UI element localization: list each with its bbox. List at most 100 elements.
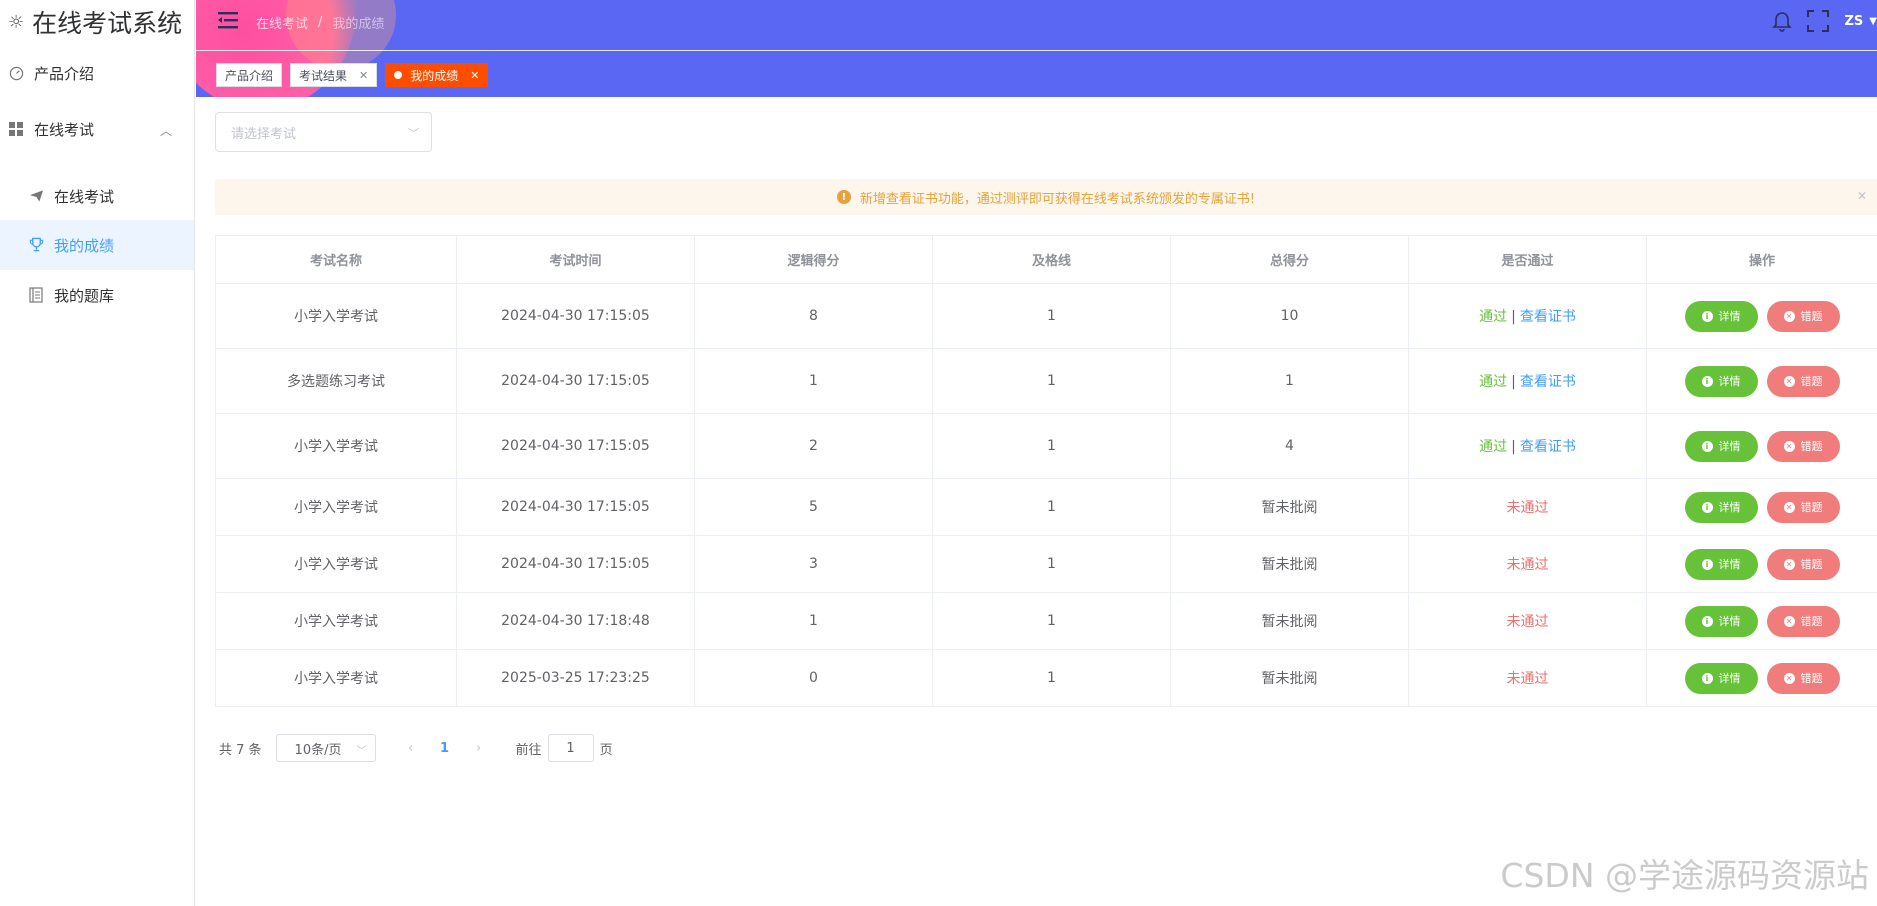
- cell-logic: 0: [694, 649, 933, 707]
- top-header: 在线考试 / 我的成绩 ZS ▼ 产品介绍 考试结果 ✕ 我的成绩 ✕: [196, 0, 1877, 97]
- cell-total: 4: [1170, 413, 1409, 479]
- cell-total: 10: [1170, 283, 1409, 349]
- cell-time: 2024-04-30 17:18:48: [456, 592, 695, 650]
- info-icon: i: [1701, 558, 1713, 570]
- menu-fold-icon[interactable]: [218, 10, 240, 30]
- close-icon[interactable]: ✕: [470, 69, 479, 82]
- pagination-total: 共 7 条: [219, 742, 262, 758]
- wrong-questions-button[interactable]: ✕ 错题: [1766, 300, 1840, 332]
- cell-pass-line: 1: [932, 478, 1171, 536]
- bell-icon[interactable]: [1769, 8, 1795, 34]
- sidebar-item-product-intro[interactable]: 产品介绍: [0, 48, 194, 98]
- cell-name: 小学入学考试: [215, 413, 457, 479]
- next-page-button[interactable]: ›: [464, 741, 494, 756]
- wrong-questions-button[interactable]: ✕ 错题: [1766, 430, 1840, 462]
- sun-icon: ☼: [8, 11, 25, 33]
- wrong-button-label: 错题: [1800, 558, 1823, 571]
- detail-button[interactable]: i 详情: [1684, 662, 1758, 694]
- tag-product-intro[interactable]: 产品介绍: [216, 63, 283, 87]
- column-header: 考试时间: [456, 235, 695, 284]
- info-icon: i: [1701, 672, 1713, 684]
- chevron-down-icon: ﹀: [408, 127, 419, 140]
- sidebar-item-label: 我的题库: [54, 286, 115, 305]
- wrong-questions-button[interactable]: ✕ 错题: [1766, 662, 1840, 694]
- status-pass: 通过: [1479, 309, 1508, 325]
- header-divider: [196, 50, 1877, 51]
- exam-select[interactable]: 请选择考试 ﹀: [215, 112, 432, 152]
- page-size-select[interactable]: 10条/页 ﹀: [275, 734, 376, 762]
- cell-total: 暂未批阅: [1170, 478, 1409, 536]
- sidebar-item-my-question-bank[interactable]: 我的题库: [0, 270, 194, 320]
- sidebar-item-my-scores[interactable]: 我的成绩: [0, 220, 194, 270]
- cell-time: 2024-04-30 17:15:05: [456, 348, 695, 414]
- info-icon: i: [1701, 375, 1713, 387]
- wrong-questions-button[interactable]: ✕ 错题: [1766, 605, 1840, 637]
- detail-button[interactable]: i 详情: [1684, 430, 1758, 462]
- cell-name: 小学入学考试: [215, 535, 457, 593]
- wrong-button-label: 错题: [1800, 501, 1823, 514]
- table-row: 小学入学考试 2024-04-30 17:18:48 1 1 暂未批阅 未通过 i 详情 ✕ 错题: [215, 592, 1877, 650]
- tag-label: 考试结果: [299, 68, 348, 83]
- close-icon[interactable]: ✕: [359, 69, 368, 82]
- sidebar-item-label: 产品介绍: [34, 64, 95, 83]
- tag-my-scores[interactable]: 我的成绩 ✕: [385, 63, 489, 87]
- close-circle-icon: ✕: [1783, 501, 1795, 513]
- cell-status: 未通过: [1408, 478, 1647, 536]
- view-certificate-link[interactable]: 查看证书: [1520, 309, 1576, 325]
- status-separator: |: [1511, 309, 1516, 325]
- alert-text: 新增查看证书功能，通过测评即可获得在线考试系统颁发的专属证书!: [859, 191, 1256, 207]
- tag-exam-result[interactable]: 考试结果 ✕: [290, 63, 378, 87]
- detail-button[interactable]: i 详情: [1684, 300, 1758, 332]
- breadcrumb-item-current: 我的成绩: [332, 17, 385, 32]
- sidebar-item-label: 我的成绩: [54, 236, 115, 255]
- wrong-questions-button[interactable]: ✕ 错题: [1766, 491, 1840, 523]
- view-certificate-link[interactable]: 查看证书: [1520, 439, 1576, 455]
- cell-status: 未通过: [1408, 649, 1647, 707]
- goto-page-value: 1: [566, 740, 575, 756]
- close-icon[interactable]: ✕: [1857, 189, 1867, 203]
- sidebar-item-online-exam[interactable]: 在线考试: [0, 171, 194, 221]
- cell-time: 2024-04-30 17:15:05: [456, 478, 695, 536]
- table-row: 小学入学考试 2024-04-30 17:15:05 3 1 暂未批阅 未通过 i 详情 ✕ 错题: [215, 535, 1877, 593]
- detail-button[interactable]: i 详情: [1684, 548, 1758, 580]
- page-size-value: 10条/页: [294, 742, 342, 758]
- detail-button[interactable]: i 详情: [1684, 491, 1758, 523]
- breadcrumb-item-online-exam[interactable]: 在线考试: [256, 13, 308, 32]
- prev-page-button[interactable]: ‹: [396, 741, 426, 756]
- status-separator: |: [1511, 374, 1516, 390]
- status-fail: 未通过: [1506, 557, 1549, 573]
- cell-pass-line: 1: [932, 649, 1171, 707]
- table-row: 多选题练习考试 2024-04-30 17:15:05 1 1 1 通过 | 查看证书 i 详情 ✕…: [215, 348, 1877, 414]
- info-icon: i: [1701, 310, 1713, 322]
- detail-button[interactable]: i 详情: [1684, 605, 1758, 637]
- cell-time: 2024-04-30 17:15:05: [456, 535, 695, 593]
- cell-pass-line: 1: [932, 413, 1171, 479]
- wrong-questions-button[interactable]: ✕ 错题: [1766, 365, 1840, 397]
- cell-name: 小学入学考试: [215, 283, 457, 349]
- page-number-current[interactable]: 1: [426, 741, 464, 756]
- detail-button[interactable]: i 详情: [1684, 365, 1758, 397]
- close-circle-icon: ✕: [1783, 440, 1795, 452]
- caret-down-icon[interactable]: ▼: [1869, 16, 1877, 27]
- view-certificate-link[interactable]: 查看证书: [1520, 374, 1576, 390]
- cell-logic: 5: [694, 478, 933, 536]
- pagination: 共 7 条 10条/页 ﹀ ‹ 1 › 前往 1 页: [219, 734, 613, 762]
- table-row: 小学入学考试 2025-03-25 17:23:25 0 1 暂未批阅 未通过 i 详情 ✕ 错题: [215, 649, 1877, 707]
- fullscreen-icon[interactable]: [1805, 8, 1831, 34]
- goto-page-input[interactable]: 1: [547, 734, 594, 762]
- notebook-icon: [28, 287, 44, 303]
- close-circle-icon: ✕: [1783, 310, 1795, 322]
- user-avatar-name[interactable]: ZS: [1845, 14, 1864, 29]
- cell-total: 暂未批阅: [1170, 592, 1409, 650]
- cell-name: 小学入学考试: [215, 649, 457, 707]
- cell-time: 2024-04-30 17:15:05: [456, 413, 695, 479]
- sidebar-item-online-exam-group[interactable]: 在线考试 ︿: [0, 104, 194, 154]
- wrong-questions-button[interactable]: ✕ 错题: [1766, 548, 1840, 580]
- status-separator: |: [1511, 439, 1516, 455]
- trophy-icon: [28, 237, 44, 253]
- info-icon: i: [1701, 501, 1713, 513]
- detail-button-label: 详情: [1718, 672, 1741, 685]
- wrong-button-label: 错题: [1800, 310, 1823, 323]
- cell-status: 通过 | 查看证书: [1408, 283, 1647, 349]
- wrong-button-label: 错题: [1800, 672, 1823, 685]
